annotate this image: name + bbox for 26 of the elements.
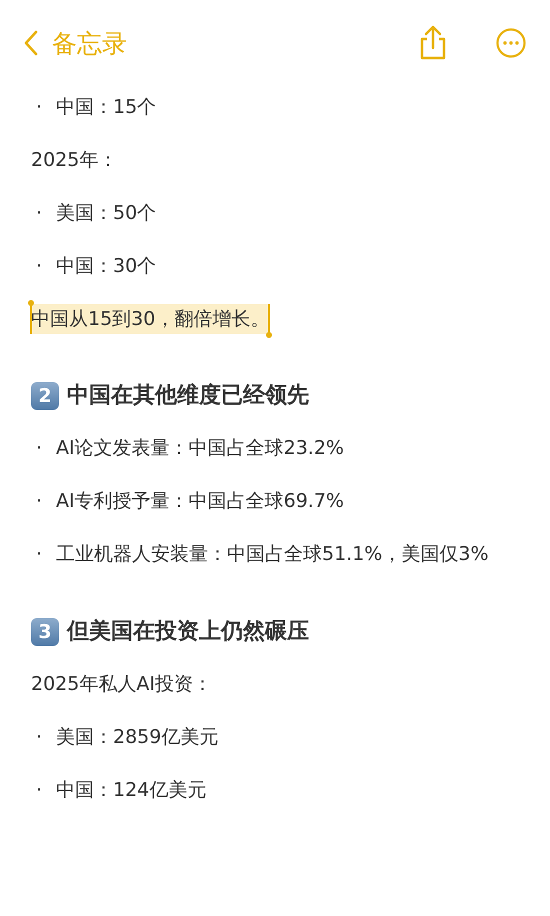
bullet-marker: · — [35, 489, 44, 514]
bullet-marker: · — [35, 254, 44, 279]
paragraph-text: 2025年： — [31, 148, 118, 173]
bullet-marker: · — [35, 542, 44, 567]
bullet-marker: · — [35, 436, 44, 461]
bullet-marker: · — [35, 725, 44, 750]
bullet-marker: · — [35, 201, 44, 226]
bullet-text: 中国：30个 — [56, 254, 156, 279]
bullet-text: 美国：50个 — [56, 201, 156, 226]
section-heading: 中国在其他维度已经领先 — [67, 382, 309, 410]
bullet-text: 中国：15个 — [56, 95, 156, 120]
share-icon[interactable] — [418, 25, 448, 61]
bullet-text: 美国：2859亿美元 — [56, 725, 218, 750]
bullet-text: AI专利授予量：中国占全球69.7% — [56, 489, 344, 514]
number-badge: 2 — [31, 382, 59, 410]
bullet-text: AI论文发表量：中国占全球23.2% — [56, 436, 344, 461]
more-icon[interactable] — [496, 28, 526, 58]
bullet-text: 工业机器人安装量：中国占全球51.1%，美国仅3% — [56, 542, 489, 567]
back-chevron-icon — [24, 30, 38, 56]
back-button[interactable]: 备忘录 — [24, 26, 127, 60]
bullet-marker: · — [35, 95, 44, 120]
number-badge: 3 — [31, 618, 59, 646]
bullet-marker: · — [35, 778, 44, 803]
paragraph-text: 2025年私人AI投资： — [31, 672, 212, 697]
section-heading: 但美国在投资上仍然碾压 — [67, 618, 309, 646]
bullet-text: 中国：124亿美元 — [56, 778, 206, 803]
